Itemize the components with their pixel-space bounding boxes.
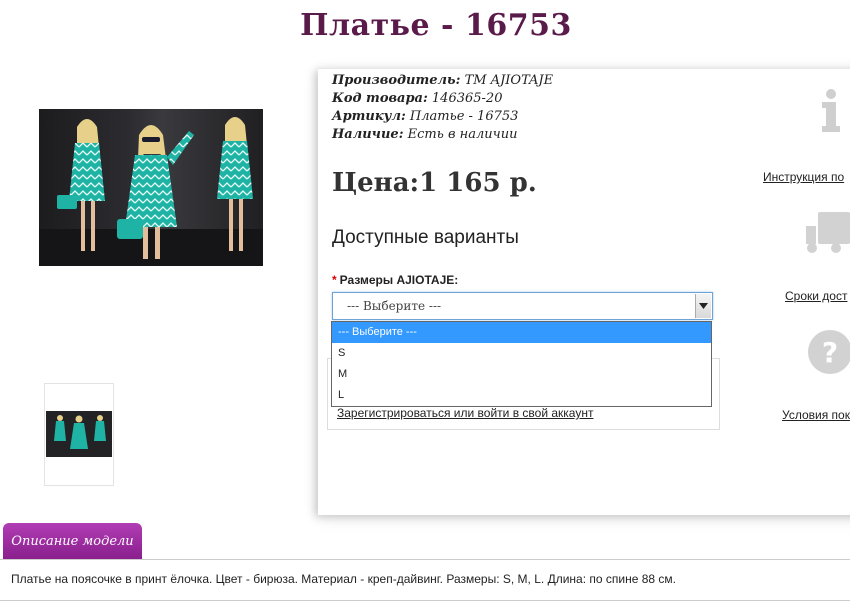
product-photo-graphic [39, 117, 263, 266]
spec-manufacturer: Производитель: ТМ AJIOTAJE [332, 73, 554, 88]
chevron-down-icon[interactable] [695, 294, 711, 318]
size-label: * Размеры AJIOTAJE: [332, 273, 459, 287]
info-icon [822, 89, 840, 132]
spec-availability: Наличие: Есть в наличии [332, 127, 518, 142]
question-icon: ? [808, 330, 850, 374]
truck-icon [806, 212, 850, 253]
product-specs: Производитель: ТМ AJIOTAJE Код товара: 1… [332, 72, 553, 144]
size-select[interactable]: --- Выберите --- [332, 292, 713, 320]
size-option-m[interactable]: M [332, 364, 711, 385]
tab-description[interactable]: Описание модели [3, 523, 142, 559]
delivery-terms-link[interactable]: Сроки дост [785, 289, 847, 303]
purchase-terms-link[interactable]: Условия пок [782, 408, 850, 422]
required-mark: * [332, 273, 337, 287]
options-heading: Доступные варианты [332, 227, 519, 248]
product-main-image[interactable] [39, 109, 263, 266]
svg-text:?: ? [822, 336, 838, 369]
size-option-placeholder[interactable]: --- Выберите --- [332, 322, 711, 343]
size-dropdown-list: --- Выберите --- S M L [331, 321, 712, 407]
spec-article: Артикул: Платье - 16753 [332, 109, 519, 124]
description-text: Платье на поясочке в принт ёлочка. Цвет … [11, 572, 676, 586]
product-thumbnail-image [46, 411, 112, 457]
page-title: Платье - 16753 [300, 8, 572, 43]
product-thumbnail[interactable] [44, 383, 114, 486]
tab-description-label: Описание модели [11, 533, 134, 549]
register-or-login-link[interactable]: Зарегистрироваться или войти в свой акка… [337, 406, 593, 420]
thumbnail-graphic [46, 411, 112, 457]
instruction-link[interactable]: Инструкция по [763, 170, 844, 184]
product-price: Цена:1 165 р. [332, 168, 537, 198]
size-select-value: --- Выберите --- [347, 299, 442, 313]
spec-product-code: Код товара: 146365-20 [332, 91, 503, 106]
size-option-s[interactable]: S [332, 343, 711, 364]
size-option-l[interactable]: L [332, 385, 711, 406]
